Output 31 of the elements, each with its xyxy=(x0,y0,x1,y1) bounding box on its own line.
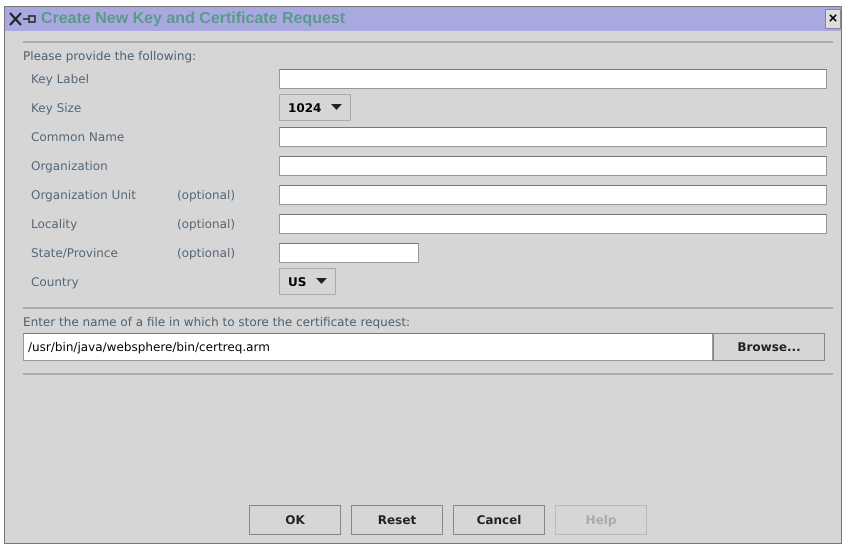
text-field[interactable] xyxy=(279,156,827,176)
browse-button[interactable]: Browse... xyxy=(713,333,825,361)
field-label: State/Province xyxy=(30,246,119,260)
text-field[interactable] xyxy=(279,184,827,204)
text-field[interactable] xyxy=(279,68,827,88)
window-title: Create New Key and Certificate Request xyxy=(41,10,346,28)
field-label: Common Name xyxy=(30,130,126,144)
app-icon xyxy=(9,12,37,26)
field-label: Country xyxy=(30,274,80,288)
instruction-text: Please provide the following: xyxy=(23,49,198,63)
file-path-field[interactable]: /usr/bin/java/websphere/bin/certreq.arm xyxy=(23,333,713,361)
text-field[interactable] xyxy=(279,214,827,234)
field-label: Locality xyxy=(30,216,78,230)
dialog-button[interactable]: Cancel xyxy=(453,505,545,535)
dialog-button[interactable]: OK xyxy=(249,505,341,535)
optional-note: (optional) xyxy=(177,216,235,230)
field-label: Organization xyxy=(30,158,109,172)
dropdown[interactable]: 1024 xyxy=(279,94,352,121)
text-field[interactable] xyxy=(279,242,419,262)
field-label: Organization Unit xyxy=(30,188,137,202)
field-label: Key Label xyxy=(30,72,90,86)
file-prompt: Enter the name of a file in which to store the certificate request: xyxy=(23,315,412,329)
caret-icon xyxy=(331,104,342,111)
field-label: Key Size xyxy=(30,100,82,114)
dialog-button[interactable]: Reset xyxy=(351,505,443,535)
optional-note: (optional) xyxy=(177,188,235,202)
close-button[interactable]: × xyxy=(825,9,841,29)
caret-icon xyxy=(316,278,328,285)
optional-note: (optional) xyxy=(177,246,235,260)
text-field[interactable] xyxy=(279,126,827,146)
dropdown[interactable]: US xyxy=(279,268,336,295)
